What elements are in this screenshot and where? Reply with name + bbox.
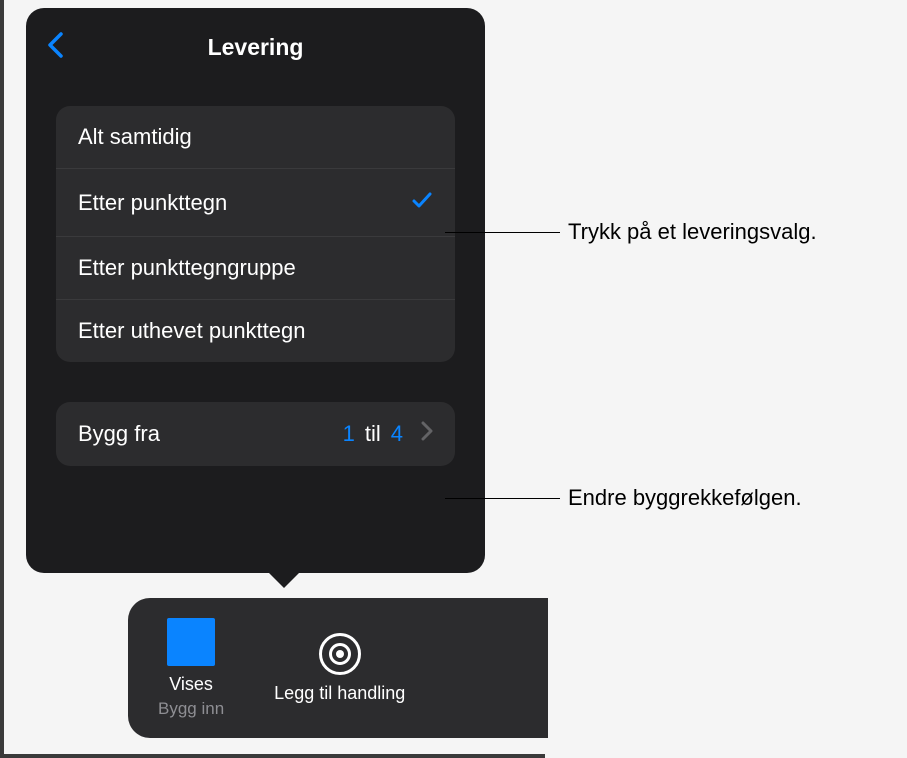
build-from-label: Bygg fra <box>78 421 160 447</box>
target-icon <box>319 633 361 675</box>
option-label: Alt samtidig <box>78 124 192 150</box>
option-by-bullet[interactable]: Etter punkttegn <box>56 169 455 237</box>
option-label: Etter punkttegn <box>78 190 227 216</box>
delivery-popover: Levering Alt samtidig Etter punkttegn Et… <box>26 8 485 573</box>
add-action-label: Legg til handling <box>274 683 405 704</box>
build-to-value: 4 <box>391 421 403 447</box>
callout-line <box>445 232 560 233</box>
callout-text: Endre byggrekkefølgen. <box>568 485 802 511</box>
popover-header: Levering <box>26 28 485 66</box>
build-from-values: 1 til 4 <box>343 420 433 448</box>
callout-delivery-option: Trykk på et leveringsvalg. <box>445 219 817 245</box>
option-all-at-once[interactable]: Alt samtidig <box>56 106 455 169</box>
back-icon[interactable] <box>46 31 64 64</box>
checkmark-icon <box>411 187 433 218</box>
option-label: Etter uthevet punkttegn <box>78 318 306 344</box>
build-from-group: Bygg fra 1 til 4 <box>56 402 455 466</box>
build-from-item[interactable]: Bygg fra 1 til 4 <box>56 402 455 466</box>
bottom-toolbar: Vises Bygg inn Legg til handling <box>128 598 548 738</box>
popover-title: Levering <box>208 34 304 61</box>
callout-text: Trykk på et leveringsvalg. <box>568 219 817 245</box>
popover-tail <box>266 570 302 588</box>
add-action-button[interactable]: Legg til handling <box>274 633 405 704</box>
delivery-options-group: Alt samtidig Etter punkttegn Etter punkt… <box>56 106 455 362</box>
chevron-right-icon <box>421 420 433 448</box>
option-by-highlighted-bullet[interactable]: Etter uthevet punkttegn <box>56 300 455 362</box>
option-by-bullet-group[interactable]: Etter punkttegngruppe <box>56 237 455 300</box>
callout-build-order: Endre byggrekkefølgen. <box>445 485 802 511</box>
appear-icon <box>167 618 215 666</box>
option-label: Etter punkttegngruppe <box>78 255 296 281</box>
build-from-value: 1 <box>343 421 355 447</box>
build-to-label: til <box>365 421 381 447</box>
bygg-inn-label: Bygg inn <box>158 699 224 719</box>
vises-button[interactable]: Vises Bygg inn <box>158 618 224 719</box>
vises-label: Vises <box>169 674 213 695</box>
callout-line <box>445 498 560 499</box>
